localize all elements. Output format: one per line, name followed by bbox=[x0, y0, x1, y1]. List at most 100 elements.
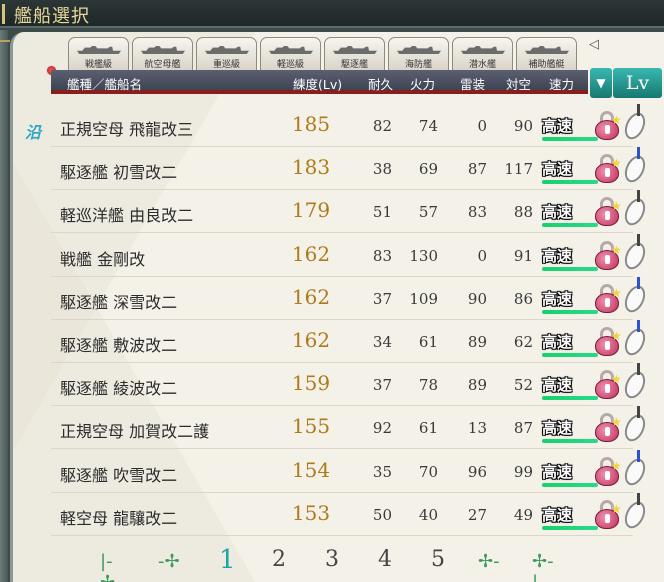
condition-bar bbox=[542, 353, 598, 357]
destroyer-icon bbox=[333, 46, 377, 54]
ship-row[interactable]: 駆逐艦 綾波改二 159 37 78 89 52 高速 ★ bbox=[51, 363, 650, 407]
speed-label: 高速 bbox=[542, 203, 573, 222]
ship-level: 162 bbox=[291, 241, 331, 266]
lock-heart-icon[interactable]: ★ bbox=[594, 283, 622, 314]
page-4[interactable]: 4 bbox=[378, 547, 392, 572]
stat-tp: 89 bbox=[467, 333, 487, 351]
ship-row[interactable]: 軽巡洋艦 由良改二 179 51 57 83 88 高速 ★ bbox=[51, 190, 650, 234]
fleet-badge-icon: 沿 bbox=[25, 123, 42, 142]
stat-aa: 90 bbox=[513, 117, 533, 135]
stat-fp: 78 bbox=[418, 376, 438, 395]
stat-tp: 13 bbox=[467, 419, 487, 438]
lock-heart-icon[interactable]: ★ bbox=[594, 456, 622, 487]
frame-notch bbox=[0, 40, 10, 70]
ship-row[interactable]: 軽空母 龍驤改二 153 50 40 27 49 高速 ★ bbox=[51, 492, 650, 536]
ship-name: 駆逐艦 吹雪改二 bbox=[60, 462, 177, 486]
condition-bar bbox=[542, 396, 598, 401]
condition-bar bbox=[542, 137, 598, 141]
star-icon: ★ bbox=[611, 113, 622, 127]
condition-bar bbox=[542, 525, 598, 530]
carrier-icon bbox=[141, 46, 185, 54]
page-3[interactable]: 3 bbox=[325, 547, 339, 572]
sort-key-button[interactable]: Lv bbox=[613, 68, 662, 98]
tab-carrier[interactable]: 航空母艦 bbox=[132, 37, 193, 71]
next-page-button[interactable]: ✢- bbox=[478, 551, 500, 572]
lock-heart-icon[interactable]: ★ bbox=[594, 499, 622, 530]
last-page-button[interactable]: ✢-| bbox=[532, 551, 554, 582]
stat-fp: 74 bbox=[418, 117, 438, 135]
star-icon: ★ bbox=[611, 199, 622, 214]
stat-tp: 27 bbox=[467, 505, 487, 524]
ship-type: 駆逐艦 bbox=[60, 163, 109, 183]
stat-tp: 0 bbox=[477, 117, 487, 135]
stat-fp: 70 bbox=[418, 462, 438, 481]
stat-hp: 82 bbox=[372, 117, 392, 135]
ship-name: 正規空母 飛龍改三 bbox=[60, 116, 193, 140]
star-icon: ★ bbox=[611, 501, 622, 516]
stat-aa: 49 bbox=[513, 505, 533, 524]
sort-dropdown-button[interactable]: ▼ bbox=[590, 68, 612, 98]
ship-type: 駆逐艦 bbox=[60, 379, 109, 399]
stat-fp: 130 bbox=[409, 246, 438, 265]
page-1[interactable]: 1 bbox=[219, 545, 236, 575]
page-5[interactable]: 5 bbox=[431, 547, 445, 572]
speed-label: 高速 bbox=[542, 376, 573, 395]
stat-fp: 109 bbox=[409, 289, 438, 308]
tab-heavy-cruiser[interactable]: 重巡級 bbox=[196, 37, 257, 71]
lock-heart-icon[interactable]: ★ bbox=[594, 111, 622, 141]
tab-auxiliary[interactable]: 補助艦艇 bbox=[516, 37, 577, 71]
ship-level: 155 bbox=[291, 414, 331, 439]
stat-fp: 57 bbox=[418, 203, 438, 222]
star-icon: ★ bbox=[611, 156, 622, 171]
lock-heart-icon[interactable]: ★ bbox=[594, 370, 622, 400]
ship-name-text: 初雪改二 bbox=[113, 163, 178, 183]
ship-row[interactable]: 駆逐艦 初雪改二 183 38 69 87 117 高速 ★ bbox=[51, 147, 650, 191]
stat-hp: 35 bbox=[372, 462, 392, 481]
lock-heart-icon[interactable]: ★ bbox=[594, 154, 622, 184]
ship-row[interactable]: 駆逐艦 敷波改二 162 34 61 89 62 高速 ★ bbox=[51, 320, 650, 363]
tab-escort[interactable]: 海防艦 bbox=[388, 37, 449, 71]
ship-row[interactable]: 駆逐艦 吹雪改二 154 35 70 96 99 高速 ★ bbox=[51, 449, 650, 493]
speed-label: 高速 bbox=[542, 462, 573, 481]
ship-level: 183 bbox=[291, 155, 331, 180]
page-2[interactable]: 2 bbox=[272, 547, 286, 572]
fleet-flag-icon bbox=[637, 233, 640, 246]
first-page-button[interactable]: |-✢ bbox=[100, 551, 115, 582]
ship-row[interactable]: 正規空母 加賀改二護 155 92 61 13 87 高速 ★ bbox=[51, 406, 650, 450]
ship-row[interactable]: 駆逐艦 深雪改二 162 37 109 90 86 高速 ★ bbox=[51, 276, 650, 320]
header-firepower: 火力 bbox=[410, 77, 436, 92]
tab-submarine[interactable]: 潜水艦 bbox=[452, 37, 513, 71]
tab-light-cruiser[interactable]: 軽巡級 bbox=[260, 37, 321, 71]
lock-heart-icon[interactable]: ★ bbox=[594, 197, 622, 227]
ship-name-text: 龍驤改二 bbox=[113, 508, 178, 528]
tab-label: 海防艦 bbox=[404, 60, 432, 70]
stat-tp: 87 bbox=[467, 160, 487, 179]
ship-name: 駆逐艦 敷波改二 bbox=[60, 332, 177, 356]
stat-fp: 61 bbox=[418, 419, 438, 438]
tab-battleship[interactable]: 戦艦級 bbox=[68, 37, 129, 71]
stat-fp: 69 bbox=[418, 160, 438, 179]
stat-tp: 83 bbox=[467, 203, 487, 222]
ship-type: 駆逐艦 bbox=[60, 465, 109, 485]
header-torpedo: 雷装 bbox=[460, 77, 486, 92]
ship-level: 154 bbox=[291, 457, 331, 482]
star-icon: ★ bbox=[611, 372, 622, 387]
ship-name-text: 加賀改二護 bbox=[129, 422, 210, 442]
prev-page-button[interactable]: -✢ bbox=[158, 551, 180, 572]
tab-destroyer[interactable]: 駆逐艦 bbox=[324, 37, 385, 71]
lock-heart-icon[interactable]: ★ bbox=[594, 240, 622, 271]
star-icon: ★ bbox=[611, 285, 622, 300]
stat-aa: 52 bbox=[513, 376, 533, 395]
stat-aa: 88 bbox=[513, 203, 533, 222]
ship-name: 駆逐艦 深雪改二 bbox=[60, 289, 177, 313]
lock-heart-icon[interactable]: ★ bbox=[594, 413, 622, 443]
ship-name: 軽空母 龍驤改二 bbox=[60, 505, 177, 529]
tab-collapse-arrow-icon[interactable]: ◁ bbox=[589, 38, 603, 52]
lock-heart-icon[interactable]: ★ bbox=[594, 327, 622, 357]
condition-bar bbox=[542, 439, 598, 444]
star-icon: ★ bbox=[611, 329, 622, 343]
fleet-flag-icon bbox=[637, 276, 640, 289]
ship-row[interactable]: 正規空母 飛龍改三 185 82 74 0 90 高速 ★ bbox=[51, 104, 650, 147]
ship-name-text: 敷波改二 bbox=[113, 336, 178, 355]
ship-row[interactable]: 戦艦 金剛改 162 83 130 0 91 高速 ★ bbox=[51, 233, 650, 277]
